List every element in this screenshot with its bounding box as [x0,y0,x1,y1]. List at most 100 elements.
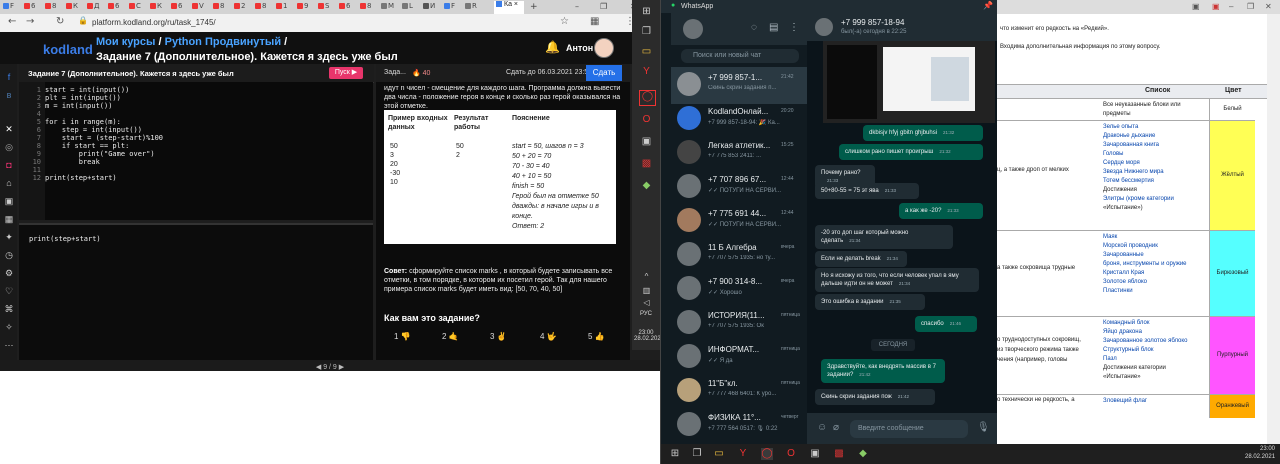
x-icon[interactable]: ✕ [3,124,15,136]
rarity-item[interactable]: Зачарованные [1103,251,1207,260]
browser-tab[interactable]: 8 [255,2,273,14]
output-console[interactable]: print(step+start) [19,223,373,362]
shared-screenshot-image[interactable] [823,41,995,123]
grid-icon[interactable]: ▦ [3,214,15,226]
app-icon[interactable]: ▩ [833,448,845,460]
clock-icon[interactable]: ◷ [3,250,15,262]
rarity-item[interactable]: Кристалл Края [1103,269,1207,278]
bookmark-icon[interactable]: ⌘ [3,304,15,316]
outgoing-message[interactable]: слишком рано пишет проигрыш 21:32 [839,144,983,160]
browser-tab[interactable]: 6 [339,2,357,14]
outgoing-message[interactable]: а как же -20? 21:33 [899,203,983,219]
rating-5-button[interactable]: 5 👍 [588,332,605,341]
avatar[interactable] [594,38,614,58]
volume-icon[interactable]: ◁ [639,298,654,312]
rarity-item[interactable]: Зелье опыта [1103,123,1207,132]
home-icon[interactable]: ⌂ [3,178,15,190]
kodland-logo[interactable]: kodland [43,42,93,57]
incoming-message[interactable]: Скинь скрин задания пож 21:42 [815,389,935,405]
menu-icon[interactable]: ⋮ [789,22,799,33]
ninja-icon[interactable]: ◎ [3,142,15,154]
contact-name[interactable]: +7 999 857-18-94 [841,18,904,27]
microphone-icon[interactable]: 🎙 [977,422,990,433]
tray-chevron-icon[interactable]: ^ [639,272,654,286]
rating-1-button[interactable]: 1 👎 [394,332,411,341]
browser-tab[interactable]: L [402,2,420,14]
code-editor[interactable]: 1 2 3 4 5 6 7 8 9 10 11 12 start = int(input()) plt … [19,82,373,220]
submit-button[interactable]: Сдать [586,65,622,81]
task-view-icon[interactable]: ❐ [691,448,703,460]
incoming-message[interactable]: -20 это доп шаг который можно сделать 21:… [815,225,953,249]
browser-tab[interactable]: C [129,2,147,14]
window-icon[interactable]: ▣ [3,196,15,208]
lightbulb-icon[interactable]: ✧ [3,322,15,334]
reload-icon[interactable]: ↻ [56,16,64,27]
file-explorer-icon[interactable]: ▭ [713,448,725,460]
rarity-item[interactable]: Тотем бессмертия [1103,177,1207,186]
browser-tab[interactable]: 6 [171,2,189,14]
code-line[interactable]: for i in range(m): [45,118,121,126]
browser-tab[interactable]: 8 [213,2,231,14]
page-indicator[interactable]: ◀ 9 / 9 ▶ [316,364,344,371]
browser-tab[interactable]: R [465,2,483,14]
close-icon[interactable]: ✕ [1265,2,1272,11]
tab-icon[interactable]: ▣ [1212,2,1220,11]
vk-icon[interactable]: в [3,90,15,102]
browser-tab[interactable]: 6 [24,2,42,14]
rarity-item[interactable]: броня, инструменты и оружие [1103,260,1207,269]
my-avatar[interactable] [683,19,703,39]
bell-icon[interactable]: 🔔 [545,40,560,54]
facebook-icon[interactable]: f [3,72,15,84]
yandex-icon[interactable]: Y [639,66,654,80]
browser-tab[interactable]: 8 [45,2,63,14]
chat-list-item[interactable]: KodlandОнлай... 20:20 +7 999 857-18-94: 🎉 … [671,101,807,138]
chat-list-item[interactable]: 11"Б"кл. пятница +7 777 468 6401: К уро... [671,373,807,410]
emoji-icon[interactable]: ☺ [817,422,827,433]
code-line[interactable]: start = (step-start)%100 [45,134,163,142]
opera-icon[interactable]: O [639,114,654,128]
panel-tab[interactable]: Зада... [384,69,406,76]
incoming-message[interactable]: Если не делать break 21:34 [815,251,907,267]
incoming-message[interactable]: Это ошибка в задании 21:35 [815,294,925,310]
url-input[interactable]: platform.kodland.org/ru/task_1745/ [92,18,216,27]
settings-icon[interactable]: ⚙ [3,268,15,280]
scrollbar[interactable] [1267,14,1280,444]
chat-list-item[interactable]: +7 999 857-1... 21:42 Скинь скрин задания … [671,67,807,104]
rarity-item[interactable]: Драконье дыхание [1103,132,1207,141]
browser-tab[interactable]: И [423,2,441,14]
minecraft-icon[interactable]: ◆ [857,448,869,460]
chat-list-item[interactable]: +7 775 691 44... 12:44 ✓✓ ПОТУГИ НА СЕРВИ.… [671,203,807,240]
opera-gx-icon[interactable]: ◯ [639,90,656,106]
minimize-icon[interactable]: – [1229,2,1233,11]
code-line[interactable]: m = int(input()) [45,102,112,110]
rarity-item[interactable]: Морской проводник [1103,242,1207,251]
outgoing-message[interactable]: Здравствуйте, как внедрять массив в 7 за… [821,359,945,383]
rarity-item[interactable]: Золотое яблоко [1103,278,1207,287]
yandex-icon[interactable]: Y [737,448,749,460]
app-icon[interactable]: ▣ [809,448,821,460]
extensions-icon[interactable]: ▦ [590,16,599,27]
browser-tab[interactable]: Д [87,2,105,14]
new-chat-icon[interactable]: ▤ [769,22,778,33]
windows-start-icon[interactable]: ⊞ [639,6,654,20]
windows-start-icon[interactable]: ⊞ [669,448,681,460]
outgoing-message[interactable]: спасибо 21:46 [915,316,977,332]
app-icon[interactable]: ▩ [639,158,654,172]
clock[interactable]: 23:00 28.02.2021 [1245,445,1275,461]
chat-list-item[interactable]: +7 900 314-8... вчера ✓✓ Хорошо [671,271,807,308]
rating-4-button[interactable]: 4 🤟 [540,332,557,341]
rarity-item[interactable]: Звезда Нижнего мира [1103,168,1207,177]
rarity-item[interactable]: Пазл [1103,355,1207,364]
rarity-item[interactable]: Маяк [1103,233,1207,242]
file-explorer-icon[interactable]: ▭ [639,46,654,60]
chat-list-item[interactable]: +7 707 896 67... 12:44 ✓✓ ПОТУГИ НА СЕРВИ.… [671,169,807,206]
opera-icon[interactable]: O [785,448,797,460]
tab-icon[interactable]: ▣ [1192,2,1200,11]
minimize-icon[interactable]: – [575,2,593,14]
browser-tab[interactable]: К [66,2,84,14]
browser-tab[interactable]: S [318,2,336,14]
rarity-item[interactable]: Зловещий флаг [1103,397,1207,406]
contact-avatar[interactable] [815,18,833,36]
browser-tab[interactable]: 9 [297,2,315,14]
language-indicator[interactable]: РУС [640,311,652,317]
